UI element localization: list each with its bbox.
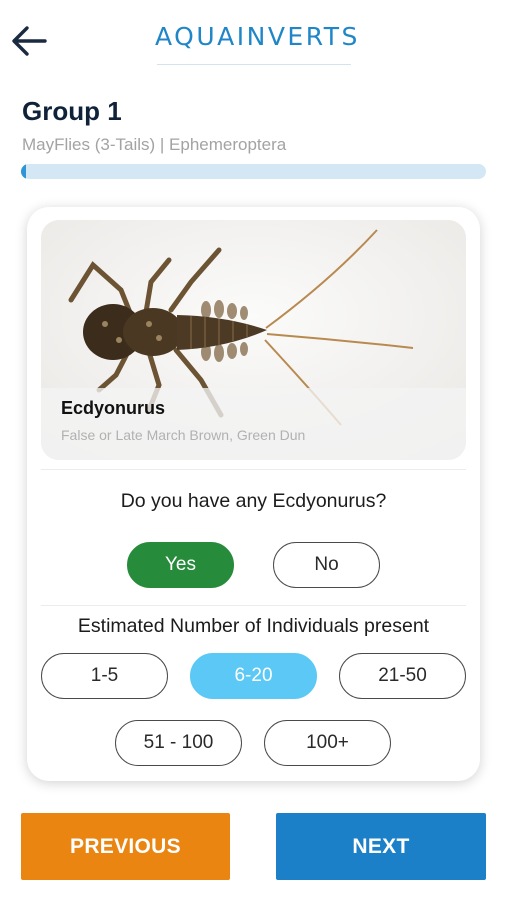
estimate-option-6-20[interactable]: 6-20: [190, 653, 317, 699]
progress-fill: [21, 164, 26, 179]
estimate-option-1-5[interactable]: 1-5: [41, 653, 168, 699]
back-button[interactable]: [6, 18, 52, 64]
no-button[interactable]: No: [273, 542, 380, 588]
divider: [41, 605, 466, 606]
estimate-option-21-50[interactable]: 21-50: [339, 653, 466, 699]
app-header: AQUAINVERTS: [0, 0, 506, 80]
species-card: Ecdyonurus False or Late March Brown, Gr…: [27, 207, 480, 781]
species-photo: Ecdyonurus False or Late March Brown, Gr…: [41, 220, 466, 460]
estimate-label: Estimated Number of Individuals present: [77, 615, 430, 637]
progress-bar: [21, 164, 486, 179]
species-common-names: False or Late March Brown, Green Dun: [61, 427, 306, 443]
yes-button[interactable]: Yes: [127, 542, 234, 588]
arrow-left-icon: [12, 26, 47, 56]
brand-underline: [157, 64, 351, 65]
divider: [41, 469, 466, 470]
presence-question: Do you have any Ecdyonurus?: [120, 490, 387, 512]
estimate-option-100-plus[interactable]: 100+: [264, 720, 391, 766]
previous-button[interactable]: PREVIOUS: [21, 813, 230, 880]
group-subtitle: MayFlies (3-Tails) | Ephemeroptera: [22, 135, 287, 154]
species-name: Ecdyonurus: [61, 398, 166, 418]
species-caption: Ecdyonurus False or Late March Brown, Gr…: [41, 388, 466, 460]
next-button[interactable]: NEXT: [276, 813, 486, 880]
group-title: Group 1: [22, 96, 122, 126]
app-brand-title: AQUAINVERTS: [155, 22, 360, 51]
estimate-option-51-100[interactable]: 51 - 100: [115, 720, 242, 766]
